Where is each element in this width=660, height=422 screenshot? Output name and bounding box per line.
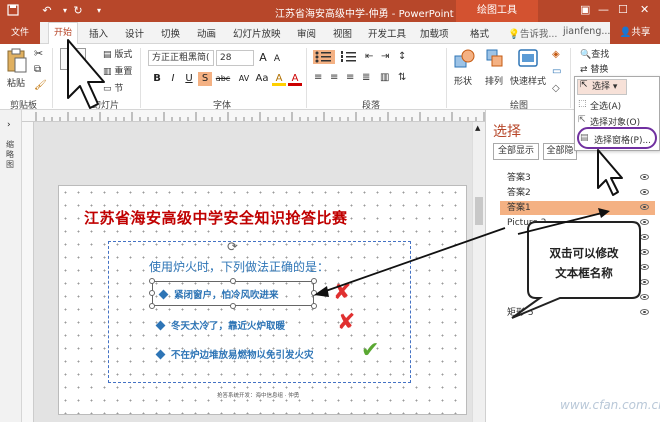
mouse-cursor-icon	[67, 39, 105, 109]
arrow-head	[598, 208, 610, 218]
callout-text: 双击可以修改 文本框名称	[549, 246, 619, 280]
watermark-text: www.cfan.com.cn	[560, 398, 660, 412]
arrow-line	[319, 227, 506, 294]
mouse-cursor-icon	[597, 149, 623, 196]
arrow-head	[314, 286, 329, 297]
annotation-overlay	[67, 39, 641, 319]
